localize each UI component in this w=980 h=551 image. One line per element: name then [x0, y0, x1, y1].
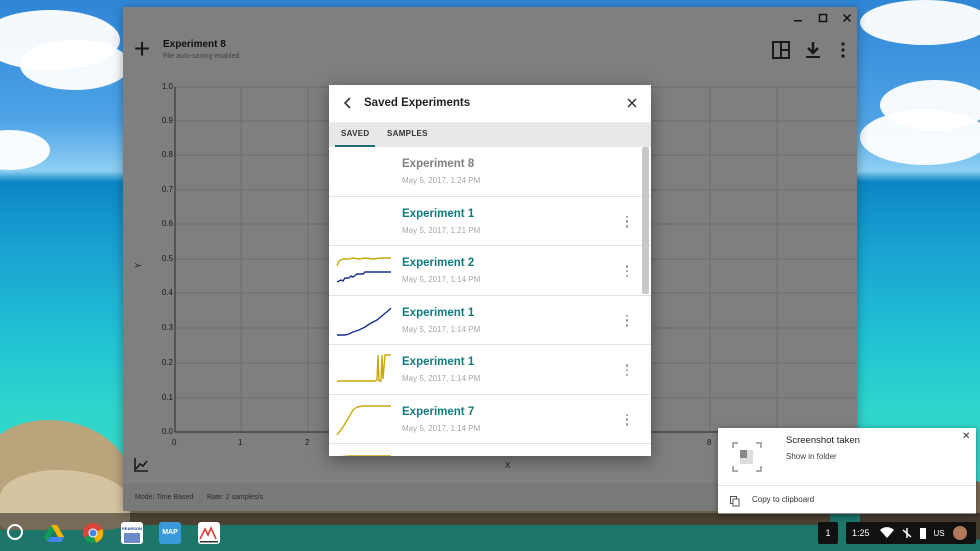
experiment-thumbnail — [340, 455, 391, 456]
more-vert-icon[interactable] — [621, 214, 633, 230]
status-tray[interactable]: 1:25 US — [846, 522, 976, 544]
pearson-icon[interactable]: PEARSON — [121, 522, 143, 544]
notifications-off-icon — [902, 527, 912, 539]
notification-count-badge[interactable]: 1 — [818, 522, 838, 544]
experiment-row[interactable]: Experiment 1 May 5, 2017, 1:21 PM — [329, 197, 651, 246]
wifi-icon — [879, 527, 894, 539]
map-label: MAP — [162, 529, 178, 536]
experiment-date: May 5, 2017, 1:14 PM — [402, 423, 481, 433]
experiment-row[interactable]: Experiment 1 May 5, 2017, 1:14 PM — [329, 345, 651, 395]
tab-saved[interactable]: SAVED — [341, 129, 369, 138]
input-locale: US — [933, 528, 945, 538]
experiment-name: Experiment 1 — [402, 207, 475, 220]
experiment-row[interactable] — [329, 444, 651, 456]
experiment-thumbnail — [336, 257, 391, 283]
notification-close-icon[interactable]: ✕ — [962, 431, 970, 442]
notification-divider — [718, 485, 976, 486]
experiment-row[interactable]: Experiment 2 May 5, 2017, 1:14 PM — [329, 246, 651, 296]
more-vert-icon[interactable] — [621, 412, 633, 428]
copy-icon — [730, 494, 740, 507]
experiment-thumbnail — [337, 307, 392, 336]
drive-icon[interactable] — [43, 522, 65, 544]
experiment-name: Experiment 2 — [402, 257, 475, 269]
experiment-row[interactable]: Experiment 1 May 5, 2017, 1:14 PM — [329, 296, 651, 345]
dialog-header: Saved Experiments — [329, 85, 651, 122]
dialog-title: Saved Experiments — [364, 97, 471, 109]
experiment-row[interactable]: Experiment 7 May 5, 2017, 1:14 PM — [329, 395, 651, 444]
tab-samples[interactable]: SAMPLES — [387, 129, 428, 138]
science-journal-icon[interactable] — [198, 522, 220, 544]
experiment-row[interactable]: Experiment 8 May 5, 2017, 1:24 PM — [329, 147, 651, 197]
back-arrow-icon[interactable] — [339, 94, 357, 112]
dialog-tabs: SAVED SAMPLES — [329, 122, 651, 147]
experiment-name: Experiment 1 — [402, 356, 475, 368]
system-shelf: PEARSON MAP 1 1:25 US — [0, 513, 980, 551]
experiment-name: Experiment 8 — [402, 158, 475, 170]
dialog-close-icon[interactable] — [623, 94, 641, 112]
experiment-date: May 5, 2017, 1:21 PM — [402, 225, 481, 235]
map-icon[interactable]: MAP — [159, 522, 181, 544]
pearson-label: PEARSON — [122, 526, 142, 531]
saved-experiments-dialog: Saved Experiments SAVED SAMPLES Experime… — [329, 85, 651, 456]
notification-count: 1 — [825, 528, 831, 538]
screenshot-thumbnail-icon — [732, 442, 762, 472]
experiment-list: Experiment 8 May 5, 2017, 1:24 PM Experi… — [329, 147, 651, 456]
show-in-folder-link[interactable]: Show in folder — [786, 452, 837, 461]
experiment-date: May 5, 2017, 1:14 PM — [402, 324, 481, 334]
experiment-date: May 5, 2017, 1:14 PM — [402, 374, 481, 383]
launcher-icon[interactable] — [7, 524, 23, 540]
chrome-icon[interactable] — [82, 522, 104, 544]
experiment-thumbnail — [336, 404, 391, 435]
experiment-thumbnail — [337, 354, 391, 382]
avatar — [952, 526, 967, 540]
experiment-name: Experiment 7 — [402, 405, 475, 418]
pearson-graphic — [124, 533, 140, 543]
more-vert-icon[interactable] — [621, 362, 633, 378]
experiment-date: May 5, 2017, 1:24 PM — [402, 176, 481, 185]
screenshot-notification: Screenshot taken Show in folder ✕ Copy t… — [718, 428, 976, 514]
copy-to-clipboard-button[interactable]: Copy to clipboard — [752, 495, 814, 504]
notification-title: Screenshot taken — [786, 435, 860, 446]
battery-icon — [919, 527, 926, 539]
clock-time: 1:25 — [852, 528, 870, 538]
more-vert-icon[interactable] — [621, 263, 633, 279]
experiment-name: Experiment 1 — [402, 306, 475, 319]
dialog-scrollbar[interactable] — [642, 147, 649, 294]
experiment-date: May 5, 2017, 1:14 PM — [402, 275, 481, 284]
more-vert-icon[interactable] — [621, 313, 633, 329]
